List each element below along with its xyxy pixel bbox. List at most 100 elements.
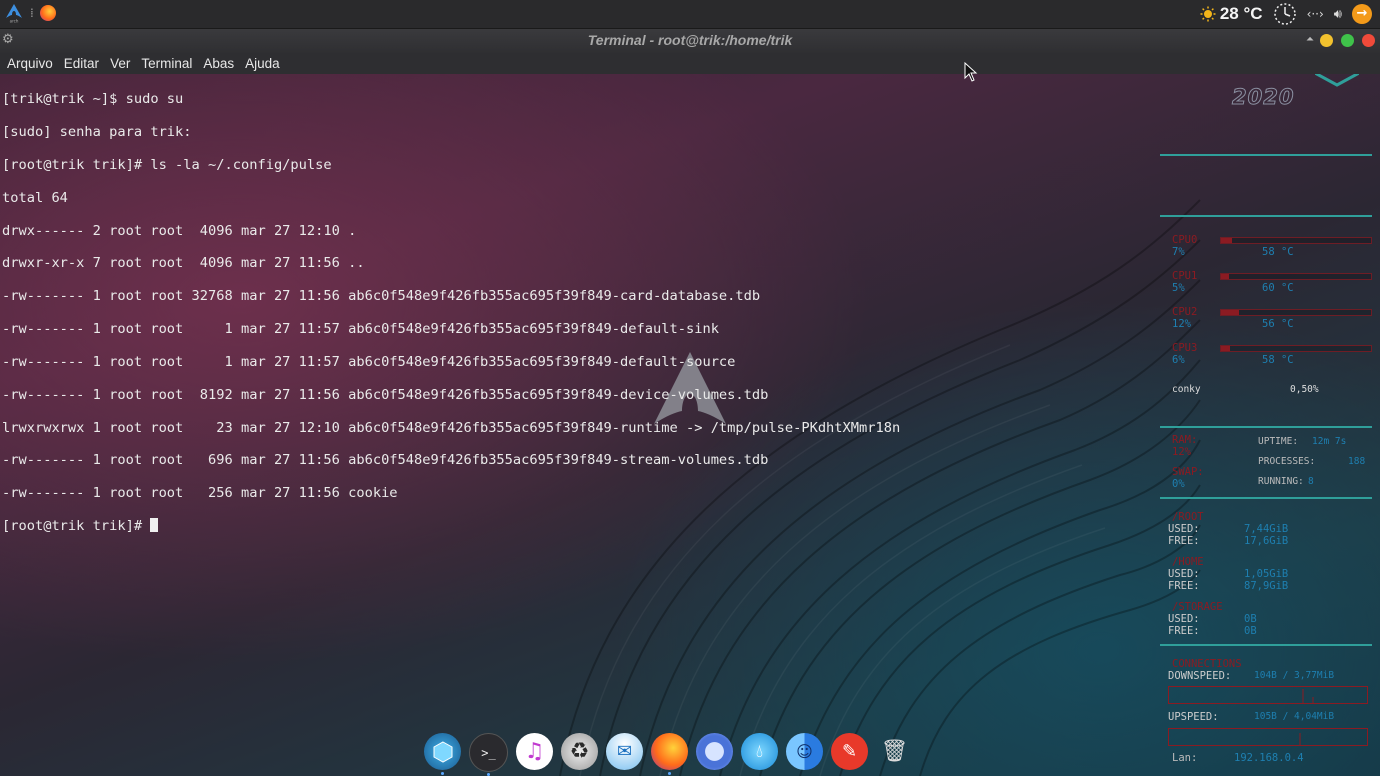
minimize-button[interactable]	[1320, 34, 1333, 47]
terminal-prompt-line[interactable]: [root@trik trik]#	[2, 517, 1152, 534]
text-editor-icon[interactable]: ✎	[831, 733, 868, 770]
conky-separator	[1160, 154, 1372, 156]
top-panel: arch ⁞ 28 °C ‹··› 🔊︎ →	[0, 0, 1380, 29]
running-label: RUNNING:	[1258, 476, 1304, 487]
disk-free-value: 87,9GiB	[1244, 580, 1289, 592]
svg-text:arch: arch	[10, 19, 19, 24]
shade-icon[interactable]: ⏶	[1306, 34, 1314, 45]
firefox-icon[interactable]	[651, 733, 688, 775]
mouse-cursor	[964, 62, 978, 82]
processes-value: 188	[1348, 456, 1366, 467]
menu-abas[interactable]: Abas	[198, 56, 239, 71]
cpu-bar-fill	[1221, 238, 1232, 243]
cpu-bar-fill	[1221, 274, 1229, 279]
lan-value: 192.168.0.4	[1234, 752, 1304, 764]
disk-used-value: 7,44GiB	[1244, 523, 1289, 535]
sun-icon	[1200, 6, 1216, 22]
disk-used-label: USED:	[1168, 613, 1200, 625]
firefox-icon[interactable]	[39, 5, 56, 21]
cpu-temp: 58 °C	[1262, 354, 1294, 366]
ram-label: RAM:	[1172, 434, 1198, 446]
cpu-bar	[1220, 309, 1372, 316]
network-icon[interactable]: ‹··›	[1307, 7, 1324, 21]
terminal-line: -rw------- 1 root root 1 mar 27 11:57 ab…	[2, 353, 736, 370]
mail-icon[interactable]: ✉	[606, 733, 643, 770]
close-button[interactable]	[1362, 34, 1375, 47]
disk-name: /ROOT	[1172, 511, 1204, 523]
app-icon[interactable]	[424, 733, 461, 775]
dots-menu-icon[interactable]: ⁞	[30, 6, 34, 20]
menu-ver[interactable]: Ver	[105, 56, 135, 71]
terminal-prompt: [root@trik trik]#	[2, 517, 151, 534]
top-process-value: 0,50%	[1290, 384, 1319, 395]
weather-temperature[interactable]: 28 °C	[1220, 4, 1263, 24]
update-icon[interactable]: →	[1352, 4, 1372, 24]
terminal-icon[interactable]: >_	[469, 733, 508, 776]
running-indicator	[668, 772, 671, 775]
cpu-percent: 7%	[1172, 246, 1185, 258]
cpu-bar	[1220, 273, 1372, 280]
menu-arquivo[interactable]: Arquivo	[2, 56, 58, 71]
disk-used-value: 0B	[1244, 613, 1257, 625]
downspeed-value: 104B / 3,77MiB	[1254, 670, 1335, 681]
volume-icon[interactable]: 🔊︎	[1334, 7, 1342, 22]
menu-ajuda[interactable]: Ajuda	[240, 56, 285, 71]
arch-conky-logo	[1315, 73, 1359, 87]
terminal-line: drwxr-xr-x 7 root root 4096 mar 27 11:56…	[2, 255, 365, 272]
dock: >_ ♫ ♻ ✉ 💧︎ ☺ ✎ 🗑︎	[424, 733, 913, 776]
disk-free-label: FREE:	[1168, 580, 1200, 592]
trash-icon[interactable]: 🗑︎	[876, 733, 913, 770]
processes-label: PROCESSES:	[1258, 456, 1316, 467]
disk-free-value: 0B	[1244, 625, 1257, 637]
downspeed-graph	[1168, 686, 1368, 704]
swap-label: SWAP:	[1172, 466, 1204, 478]
maximize-button[interactable]	[1341, 34, 1354, 47]
terminal-titlebar[interactable]: ⚙ Terminal - root@trik:/home/trik ⏶	[0, 29, 1380, 54]
browser-icon[interactable]	[696, 733, 733, 770]
cpu-bar-fill	[1221, 310, 1239, 315]
cpu-temp: 56 °C	[1262, 318, 1294, 330]
upspeed-label: UPSPEED:	[1168, 711, 1219, 723]
upspeed-graph	[1168, 728, 1368, 746]
conky-separator	[1160, 497, 1372, 499]
swap-percent: 0%	[1172, 478, 1185, 490]
terminal-line: -rw------- 1 root root 32768 mar 27 11:5…	[2, 288, 761, 305]
running-value: 8	[1308, 476, 1314, 487]
uptime-label: UPTIME:	[1258, 436, 1299, 447]
upspeed-graph-line	[1299, 733, 1301, 745]
music-icon[interactable]: ♫	[516, 733, 553, 770]
uptime-value: 12m 7s	[1312, 436, 1347, 447]
terminal-line: lrwxrwxrwx 1 root root 23 mar 27 12:10 a…	[2, 419, 901, 436]
cpu-bar	[1220, 237, 1372, 244]
disk-used-value: 1,05GiB	[1244, 568, 1289, 580]
recycle-icon[interactable]: ♻	[561, 733, 598, 770]
lan-label: Lan:	[1172, 752, 1198, 764]
cpu-percent: 5%	[1172, 282, 1185, 294]
finder-icon[interactable]: ☺	[786, 733, 823, 770]
cpu-percent: 6%	[1172, 354, 1185, 366]
arch-logo-icon[interactable]: arch	[4, 3, 24, 24]
disk-name: /STORAGE	[1172, 601, 1223, 613]
conky-separator	[1160, 215, 1372, 217]
cpu-label: CPU3	[1172, 342, 1198, 354]
clock-icon[interactable]	[1273, 2, 1297, 26]
terminal-line: -rw------- 1 root root 256 mar 27 11:56 …	[2, 485, 398, 502]
upspeed-value: 105B / 4,04MiB	[1254, 711, 1335, 722]
cpu-bar	[1220, 345, 1372, 352]
window-title: Terminal - root@trik:/home/trik	[587, 32, 793, 48]
menu-terminal[interactable]: Terminal	[136, 56, 197, 71]
terminal-output[interactable]: [trik@trik ~]$ sudo su [sudo] senha para…	[0, 75, 1154, 534]
cpu-label: CPU0	[1172, 234, 1198, 246]
terminal-line: [root@trik trik]# ls -la ~/.config/pulse	[2, 157, 332, 174]
terminal-line: [sudo] senha para trik:	[2, 124, 192, 141]
downspeed-label: DOWNSPEED:	[1168, 670, 1232, 682]
conky-year: 2020	[1231, 85, 1295, 110]
downspeed-graph-line	[1302, 689, 1314, 703]
menu-editar[interactable]: Editar	[59, 56, 104, 71]
terminal-line: drwx------ 2 root root 4096 mar 27 12:10…	[2, 222, 357, 239]
terminal-line: -rw------- 1 root root 1 mar 27 11:57 ab…	[2, 321, 719, 338]
terminal-line: total 64	[2, 189, 68, 206]
disk-free-label: FREE:	[1168, 625, 1200, 637]
terminal-cursor	[150, 517, 159, 532]
water-drop-icon[interactable]: 💧︎	[741, 733, 778, 770]
